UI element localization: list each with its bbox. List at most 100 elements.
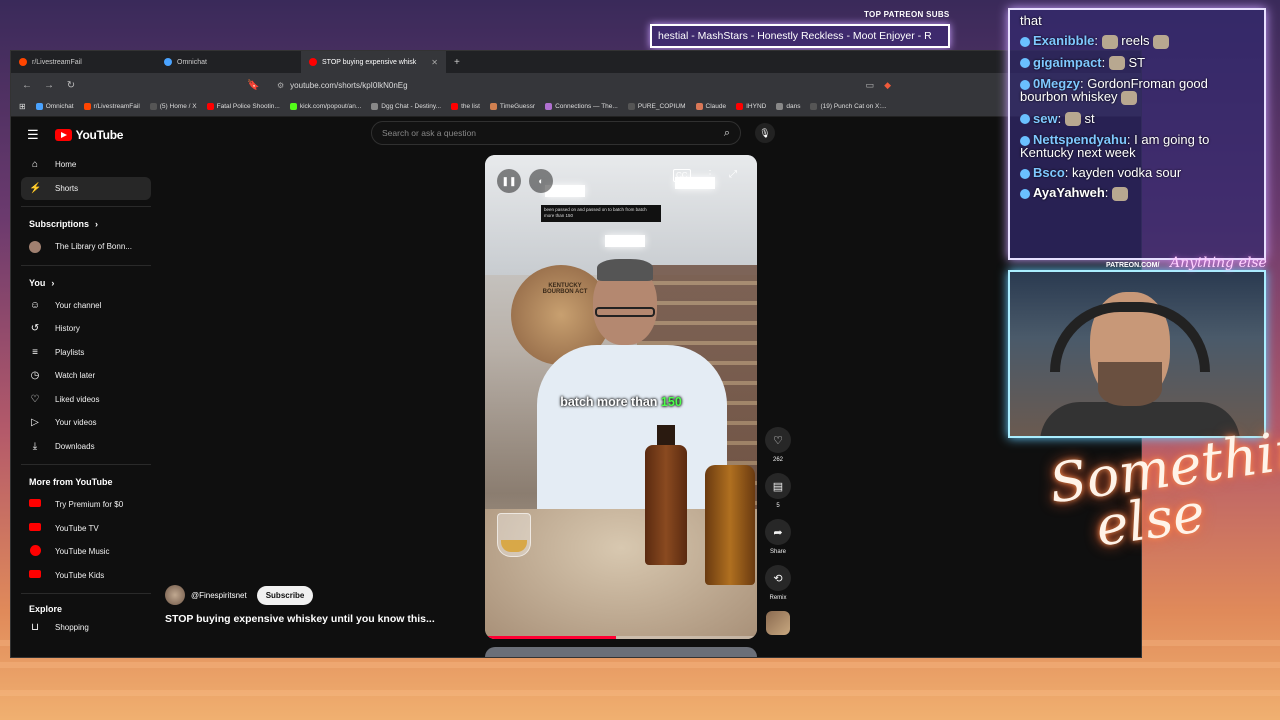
bookmark-item[interactable]: IHYND — [736, 103, 766, 110]
reload-icon[interactable]: ↻ — [65, 80, 77, 91]
sidebar-item-youtube-kids[interactable]: YouTube Kids — [21, 564, 151, 588]
bookmark-item[interactable]: Connections — The... — [545, 103, 618, 110]
tab-label: STOP buying expensive whisk — [322, 58, 417, 66]
sidebar-item-home[interactable]: ⌂ Home — [21, 153, 151, 177]
video-scene-bottle — [705, 465, 755, 585]
sidebar-item-downloads[interactable]: ⤓ Downloads — [21, 435, 151, 459]
sidebar-item-subscription[interactable]: The Library of Bonn... — [21, 235, 151, 259]
short-title[interactable]: STOP buying expensive whiskey until you … — [165, 613, 435, 625]
forward-icon[interactable]: → — [43, 80, 55, 91]
subscribe-button[interactable]: Subscribe — [256, 585, 314, 605]
video-scene-glass — [497, 513, 531, 557]
sidebar-item-watch-later[interactable]: ◷ Watch later — [21, 364, 151, 388]
short-video-player[interactable]: KENTUCKY BOURBON ACT ❚❚ ◐ CC ⋮ ⤢ been pa… — [485, 155, 757, 639]
progress-fill — [485, 636, 616, 639]
pause-icon[interactable]: ❚❚ — [497, 169, 521, 193]
bookmark-item[interactable]: PURE_COPIUM — [627, 103, 686, 110]
tab-label: r/LivestreamFail — [32, 58, 82, 66]
new-tab-button[interactable]: + — [446, 57, 468, 68]
tab-livestreamfail[interactable]: r/LivestreamFail — [11, 51, 156, 73]
captions-icon[interactable]: CC — [673, 169, 691, 182]
share-button[interactable]: ➦ — [765, 519, 791, 545]
mic-icon[interactable]: 🎙 — [755, 123, 775, 143]
emote-icon — [1153, 34, 1170, 49]
bookmark-item[interactable]: r/LivestreamFail — [83, 103, 140, 110]
channel-avatar[interactable] — [165, 585, 185, 605]
barrel-sign-text: KENTUCKY BOURBON ACT — [542, 283, 588, 295]
bookmark-label: dans — [786, 103, 801, 110]
sidebar-item-shorts[interactable]: ⚡ Shorts — [21, 176, 151, 200]
bookmark-item[interactable]: the list — [451, 103, 480, 110]
download-icon: ⤓ — [32, 440, 38, 452]
sidebar-item-label: Downloads — [55, 441, 95, 451]
chat-message: AyaYahweh: — [1020, 186, 1254, 201]
cast-icon[interactable]: ▭ — [866, 80, 875, 91]
tab-youtube-short[interactable]: STOP buying expensive whisk ✕ — [301, 51, 446, 73]
back-icon[interactable]: ← — [21, 80, 33, 91]
like-button[interactable]: ♡ — [765, 427, 791, 453]
sidebar-item-youtube-tv[interactable]: YouTube TV — [21, 517, 151, 541]
remix-button[interactable]: ⟲ — [765, 565, 791, 591]
like-count: 262 — [772, 457, 783, 463]
sidebar-item-your-channel[interactable]: ☺ Your channel — [21, 294, 151, 318]
bookmark-item[interactable]: dans — [776, 103, 800, 110]
site-info-icon[interactable]: ⚙ — [277, 81, 284, 90]
chat-message: Exanibble: reels — [1020, 34, 1254, 49]
bookmark-item[interactable]: Dgg Chat - Destiny... — [371, 103, 441, 110]
folder-icon — [776, 103, 784, 110]
fullscreen-icon[interactable]: ⤢ — [729, 169, 737, 180]
reddit-icon — [19, 58, 27, 66]
more-options-icon[interactable]: ⋮ — [705, 169, 715, 180]
close-tab-icon[interactable]: ✕ — [431, 58, 438, 67]
next-short-preview[interactable] — [485, 647, 757, 657]
extension-icon[interactable]: ◆ — [884, 80, 891, 91]
youtube-logo[interactable]: YouTube — [54, 128, 123, 142]
youtube-premium-icon — [29, 499, 41, 510]
comment-icon: ▤ — [772, 480, 784, 493]
webcam-feed — [1008, 270, 1266, 438]
section-title: You — [29, 277, 46, 288]
chat-text: ST — [1128, 54, 1146, 70]
emote-icon — [1121, 90, 1138, 105]
bookmark-item[interactable]: Claude — [695, 103, 726, 110]
sidebar-item-label: Shopping — [55, 623, 89, 633]
comments-button[interactable]: ▤ — [765, 473, 791, 499]
anything-else-logo: Anything else — [1170, 255, 1267, 271]
sidebar-item-your-videos[interactable]: ▷ Your videos — [21, 411, 151, 435]
section-title: Explore — [29, 604, 63, 614]
sidebar-item-history[interactable]: ↺ History — [21, 317, 151, 341]
chat-message: Bsco: kayden vodka sour — [1020, 166, 1254, 179]
bookmark-favicon — [289, 103, 297, 110]
subscriptions-heading[interactable]: Subscriptions › — [21, 207, 151, 235]
volume-icon[interactable]: ◐ — [529, 169, 553, 193]
url-field[interactable]: ⚙ youtube.com/shorts/kpI0lkN0nEg — [269, 77, 856, 93]
history-icon: ↺ — [30, 323, 40, 335]
sidebar-item-premium[interactable]: Try Premium for $0 — [21, 493, 151, 517]
you-heading[interactable]: You › — [21, 266, 151, 294]
tab-omnichat[interactable]: Omnichat — [156, 51, 301, 73]
bookmark-item[interactable]: Fatal Police Shootin... — [206, 103, 280, 110]
sidebar-item-playlists[interactable]: ≡ Playlists — [21, 341, 151, 365]
video-scene-person-body — [537, 345, 727, 525]
clock-icon: ◷ — [30, 370, 40, 382]
youtube-music-icon — [29, 544, 41, 559]
bookmark-item[interactable]: kick.com/popout/an... — [289, 103, 361, 110]
search-input[interactable]: Search or ask a question ⌕ — [371, 121, 741, 145]
search-icon[interactable]: ⌕ — [724, 127, 730, 140]
sound-thumbnail[interactable] — [766, 611, 790, 635]
bookmark-item[interactable]: TimeGuessr — [489, 103, 535, 110]
apps-icon[interactable]: ⊞ — [19, 102, 26, 111]
bookmark-item[interactable]: (5) Home / X — [149, 103, 197, 110]
video-scene-glasses — [595, 307, 655, 317]
sidebar-item-liked-videos[interactable]: ♡ Liked videos — [21, 388, 151, 412]
bookmark-item[interactable]: (19) Punch Cat on X:... — [810, 103, 887, 110]
chevron-right-icon: › — [95, 219, 99, 229]
sidebar-item-youtube-music[interactable]: YouTube Music — [21, 540, 151, 564]
chat-message: 0Megzy: GordonFroman good bourbon whiske… — [1020, 76, 1208, 105]
bookmark-item[interactable]: Omnichat — [35, 103, 74, 110]
channel-name[interactable]: @Finespiritsnet — [191, 591, 247, 600]
menu-icon[interactable]: ☰ — [27, 127, 39, 143]
youtube-tv-icon — [29, 522, 41, 534]
bookmark-icon[interactable]: 🔖 — [247, 80, 259, 91]
sidebar-item-shopping[interactable]: ⊔ Shopping — [21, 616, 151, 640]
